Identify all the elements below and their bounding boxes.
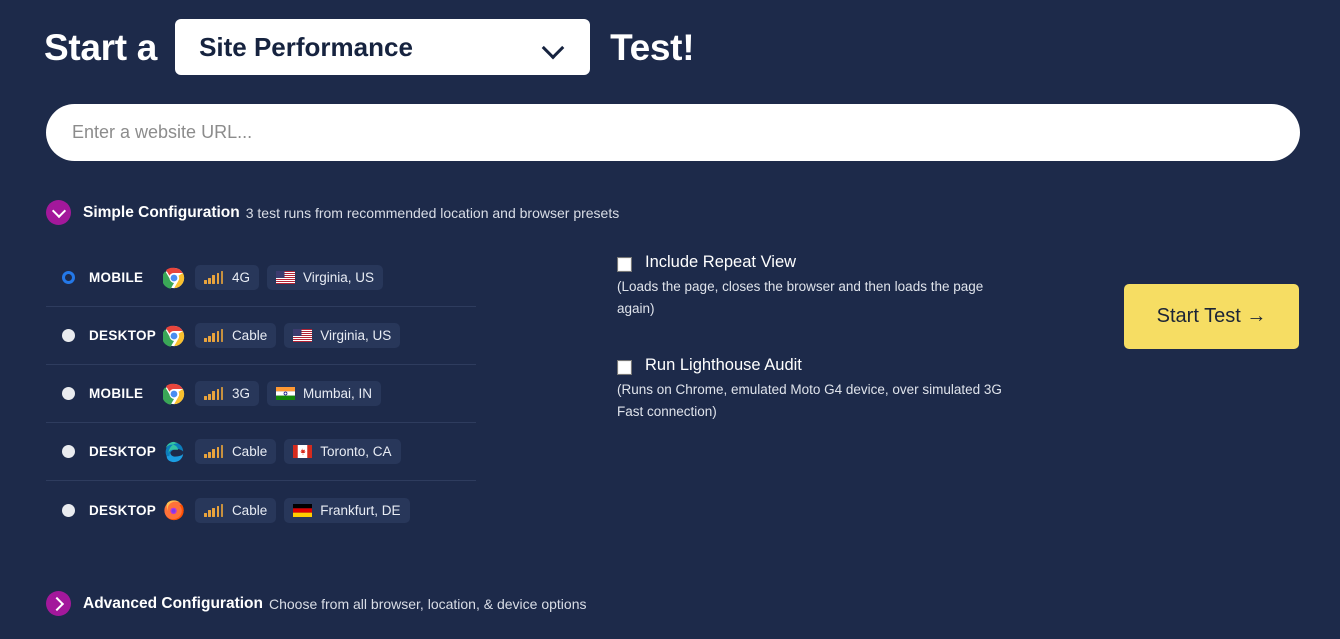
start-test-button[interactable]: Start Test → bbox=[1124, 284, 1299, 349]
preset-list: MOBILE 4G bbox=[46, 249, 476, 539]
simple-configuration-header[interactable]: Simple Configuration 3 test runs from re… bbox=[0, 200, 1340, 225]
preset-connection-chip: Cable bbox=[195, 439, 276, 464]
preset-connection-label: 3G bbox=[232, 386, 250, 401]
flag-in-icon bbox=[276, 387, 295, 400]
option-include-repeat-view: Include Repeat View (Loads the page, clo… bbox=[617, 253, 1047, 320]
preset-location-label: Virginia, US bbox=[303, 270, 374, 285]
preset-connection-label: Cable bbox=[232, 444, 267, 459]
chevron-right-circle-icon[interactable] bbox=[46, 591, 71, 616]
preset-radio[interactable] bbox=[62, 445, 75, 458]
chrome-icon bbox=[163, 267, 185, 289]
include-repeat-view-description: (Loads the page, closes the browser and … bbox=[617, 276, 1017, 320]
preset-radio[interactable] bbox=[62, 387, 75, 400]
preset-row[interactable]: DESKTOP Cable Tor bbox=[46, 423, 476, 481]
simple-configuration-title: Simple Configuration bbox=[83, 204, 240, 222]
preset-connection-label: Cable bbox=[232, 328, 267, 343]
options-list: Include Repeat View (Loads the page, clo… bbox=[617, 249, 1047, 539]
chevron-down-icon bbox=[542, 36, 564, 58]
test-type-selected-value: Site Performance bbox=[175, 32, 542, 63]
url-row bbox=[0, 80, 1340, 161]
run-lighthouse-audit-checkbox[interactable] bbox=[617, 360, 632, 375]
preset-location-label: Virginia, US bbox=[320, 328, 391, 343]
preset-connection-label: 4G bbox=[232, 270, 250, 285]
advanced-configuration-subtitle: Choose from all browser, location, & dev… bbox=[269, 596, 587, 612]
preset-device-label: DESKTOP bbox=[89, 503, 163, 518]
advanced-configuration-header[interactable]: Advanced Configuration Choose from all b… bbox=[0, 591, 586, 616]
test-type-select[interactable]: Site Performance bbox=[175, 19, 590, 75]
configuration-body: MOBILE 4G bbox=[0, 225, 1340, 539]
url-input[interactable] bbox=[46, 104, 1300, 161]
run-lighthouse-audit-label: Run Lighthouse Audit bbox=[645, 356, 802, 375]
flag-de-icon bbox=[293, 504, 312, 517]
flag-us-icon bbox=[276, 271, 295, 284]
preset-location-chip: Toronto, CA bbox=[284, 439, 400, 464]
preset-connection-chip: 4G bbox=[195, 265, 259, 290]
preset-row[interactable]: MOBILE 3G bbox=[46, 365, 476, 423]
preset-radio[interactable] bbox=[62, 271, 75, 284]
preset-location-label: Mumbai, IN bbox=[303, 386, 372, 401]
preset-radio[interactable] bbox=[62, 504, 75, 517]
headline-prefix: Start a bbox=[44, 29, 157, 66]
signal-bars-icon bbox=[204, 445, 225, 458]
include-repeat-view-label: Include Repeat View bbox=[645, 253, 796, 272]
run-lighthouse-audit-description: (Runs on Chrome, emulated Moto G4 device… bbox=[617, 379, 1017, 423]
signal-bars-icon bbox=[204, 329, 225, 342]
chrome-icon bbox=[163, 383, 185, 405]
flag-ca-icon bbox=[293, 445, 312, 458]
advanced-configuration-title: Advanced Configuration bbox=[83, 595, 263, 613]
preset-connection-chip: 3G bbox=[195, 381, 259, 406]
preset-location-chip: Virginia, US bbox=[284, 323, 400, 348]
preset-connection-chip: Cable bbox=[195, 323, 276, 348]
include-repeat-view-checkbox[interactable] bbox=[617, 257, 632, 272]
chevron-down-circle-icon[interactable] bbox=[46, 200, 71, 225]
signal-bars-icon bbox=[204, 271, 225, 284]
option-run-lighthouse-audit: Run Lighthouse Audit (Runs on Chrome, em… bbox=[617, 356, 1047, 423]
simple-configuration-subtitle: 3 test runs from recommended location an… bbox=[246, 205, 620, 221]
edge-icon bbox=[163, 441, 185, 463]
preset-radio[interactable] bbox=[62, 329, 75, 342]
preset-device-label: DESKTOP bbox=[89, 444, 163, 459]
preset-row[interactable]: DESKTOP Cable bbox=[46, 307, 476, 365]
signal-bars-icon bbox=[204, 387, 225, 400]
preset-device-label: MOBILE bbox=[89, 270, 163, 285]
signal-bars-icon bbox=[204, 504, 225, 517]
advanced-configuration-row: Advanced Configuration Choose from all b… bbox=[0, 591, 586, 616]
page-root: Start a Site Performance Test! Simple Co… bbox=[0, 0, 1340, 639]
preset-device-label: DESKTOP bbox=[89, 328, 163, 343]
preset-device-label: MOBILE bbox=[89, 386, 163, 401]
preset-location-label: Frankfurt, DE bbox=[320, 503, 400, 518]
preset-connection-chip: Cable bbox=[195, 498, 276, 523]
firefox-icon bbox=[163, 499, 185, 521]
preset-location-chip: Mumbai, IN bbox=[267, 381, 381, 406]
preset-location-label: Toronto, CA bbox=[320, 444, 391, 459]
page-title: Start a Site Performance Test! bbox=[0, 0, 1340, 80]
preset-location-chip: Virginia, US bbox=[267, 265, 383, 290]
preset-location-chip: Frankfurt, DE bbox=[284, 498, 409, 523]
preset-row[interactable]: DESKTOP Cable bbox=[46, 481, 476, 539]
chrome-icon bbox=[163, 325, 185, 347]
headline-suffix: Test! bbox=[610, 29, 694, 66]
flag-us-icon bbox=[293, 329, 312, 342]
preset-row[interactable]: MOBILE 4G bbox=[46, 249, 476, 307]
preset-connection-label: Cable bbox=[232, 503, 267, 518]
